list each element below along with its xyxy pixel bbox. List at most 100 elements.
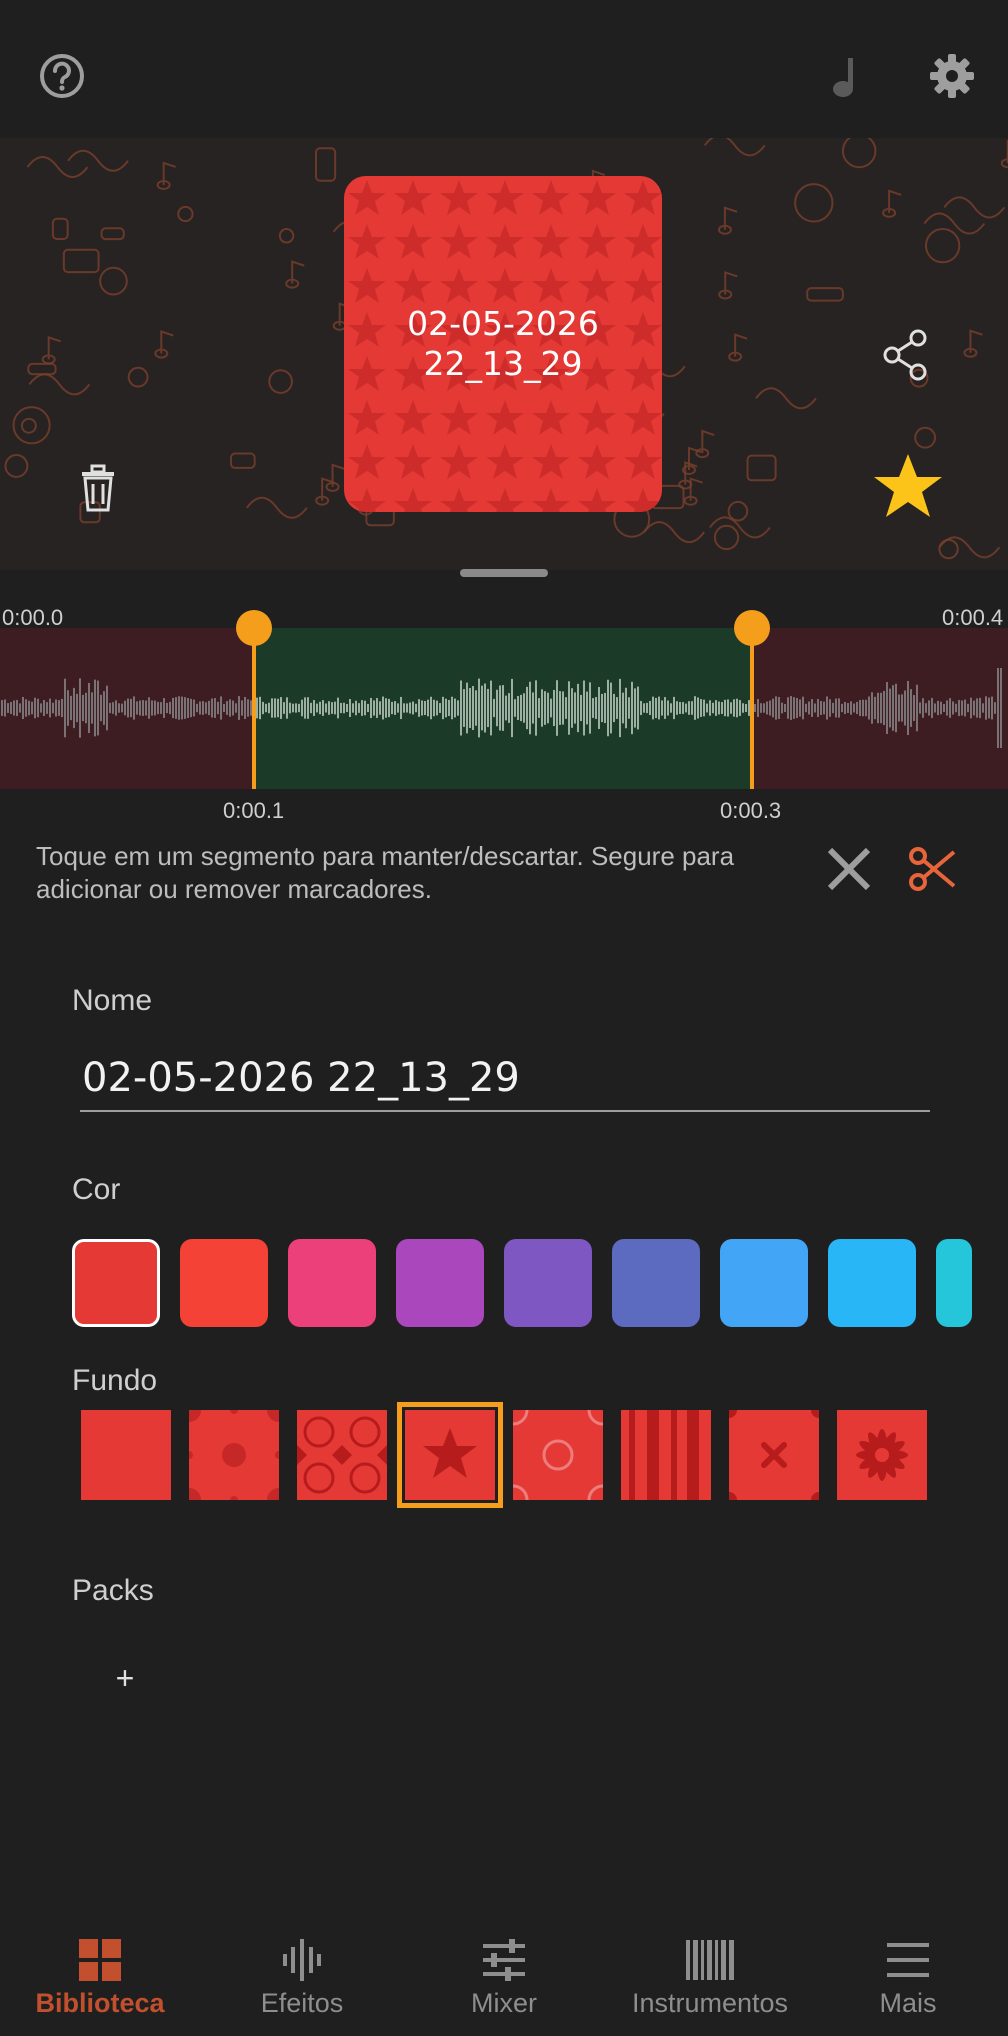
trash-icon[interactable]	[76, 462, 120, 519]
color-label: Cor	[72, 1173, 121, 1206]
doodle	[325, 463, 345, 492]
waveform-icon	[202, 1932, 402, 1988]
doodle	[882, 189, 902, 218]
packs-label: Packs	[72, 1574, 154, 1607]
nav-biblioteca[interactable]: Biblioteca	[0, 1900, 200, 2036]
doodle	[246, 496, 308, 519]
nav-label-instrumentos: Instrumentos	[631, 1988, 789, 2018]
color-swatch[interactable]	[504, 1239, 592, 1327]
marker-right-handle[interactable]	[734, 610, 770, 646]
nav-mais[interactable]: Mais	[808, 1900, 1008, 2036]
background-swatch-stars[interactable]	[397, 1402, 503, 1508]
doodle	[99, 266, 128, 296]
marker-left-handle[interactable]	[236, 610, 272, 646]
doodle	[746, 454, 777, 482]
color-swatch[interactable]	[936, 1239, 972, 1327]
background-swatch-solid[interactable]	[81, 1410, 171, 1500]
background-swatch-tiles[interactable]	[297, 1410, 387, 1500]
nav-mixer[interactable]: Mixer	[404, 1900, 604, 2036]
doodle	[943, 196, 1006, 219]
share-icon[interactable]	[880, 328, 930, 387]
nav-efeitos[interactable]: Efeitos	[202, 1900, 402, 2036]
doodle	[924, 227, 961, 264]
doodle	[806, 287, 844, 302]
doodle	[230, 452, 256, 469]
background-swatch-flower[interactable]	[837, 1410, 927, 1500]
doodle	[156, 161, 176, 190]
nav-instrumentos[interactable]: Instrumentos	[606, 1900, 814, 2036]
doodle	[914, 426, 937, 449]
grid-icon	[0, 1932, 200, 1988]
close-trim-icon[interactable]	[826, 846, 872, 897]
waveform-editor[interactable]	[0, 628, 1008, 789]
doodle	[51, 217, 69, 241]
doodle	[728, 333, 748, 362]
piano-icon	[606, 1932, 814, 1988]
doodle	[62, 248, 100, 274]
music-note-icon[interactable]	[820, 50, 872, 102]
doodle	[12, 406, 51, 445]
sound-card[interactable]: 02-05-2026 22_13_29	[344, 176, 662, 512]
settings-gear-icon[interactable]	[926, 50, 978, 102]
doodle	[703, 138, 766, 157]
doodle	[794, 183, 834, 223]
add-pack-button[interactable]: +	[110, 1660, 140, 1697]
nav-label-mais: Mais	[879, 1988, 937, 2018]
doodle	[717, 206, 738, 235]
color-swatch[interactable]	[288, 1239, 376, 1327]
doodle	[963, 329, 983, 358]
doodle	[285, 260, 305, 289]
doodle	[26, 155, 89, 178]
favorite-star-icon[interactable]	[872, 452, 944, 525]
name-input[interactable]	[80, 1046, 930, 1112]
nav-label-efeitos: Efeitos	[260, 1988, 344, 2018]
doodle	[41, 335, 62, 365]
doodle	[67, 149, 129, 172]
doodle	[923, 212, 986, 235]
menu-icon	[808, 1932, 1008, 1988]
doodle	[177, 205, 194, 223]
color-swatch[interactable]	[612, 1239, 700, 1327]
doodle	[154, 330, 174, 359]
doodle	[683, 477, 703, 506]
color-swatch[interactable]	[396, 1239, 484, 1327]
trim-hint-text: Toque em um segmento para manter/descart…	[36, 841, 735, 904]
doodle	[713, 524, 740, 551]
nav-label-biblioteca: Biblioteca	[35, 1988, 165, 2018]
sound-name-line1: 02-05-2026	[407, 304, 599, 343]
doodle	[727, 500, 749, 522]
drag-handle[interactable]	[460, 569, 548, 577]
color-swatch[interactable]	[828, 1239, 916, 1327]
sound-card-title: 02-05-2026 22_13_29	[407, 304, 599, 384]
help-icon[interactable]	[36, 50, 88, 102]
bottom-navigation: Biblioteca Efeitos Mixer Instrumentos Ma…	[0, 1900, 1008, 2036]
doodle	[268, 369, 293, 394]
doodle	[643, 521, 705, 544]
doodle	[28, 373, 91, 396]
doodle	[315, 147, 337, 182]
doodle	[695, 429, 715, 459]
marker-left-time: 0:00.1	[223, 798, 285, 823]
doodle	[278, 228, 295, 244]
marker-right-time: 0:00.3	[720, 798, 782, 823]
background-swatch-crosses[interactable]	[729, 1410, 819, 1500]
doodle	[841, 138, 877, 169]
background-swatch-circles[interactable]	[513, 1410, 603, 1500]
color-swatch[interactable]	[180, 1239, 268, 1327]
scissors-icon[interactable]	[908, 846, 956, 897]
sound-name-line2: 22_13_29	[423, 344, 583, 383]
color-swatch[interactable]	[720, 1239, 808, 1327]
color-swatch[interactable]	[72, 1239, 160, 1327]
doodle	[1000, 139, 1008, 169]
sliders-icon	[404, 1932, 604, 1988]
background-swatch-stripes[interactable]	[621, 1410, 711, 1500]
doodle	[127, 366, 149, 388]
doodle	[4, 454, 29, 478]
doodle	[20, 417, 37, 434]
name-label: Nome	[72, 984, 153, 1017]
doodle	[27, 362, 57, 376]
doodle	[718, 271, 738, 300]
background-label: Fundo	[72, 1364, 158, 1397]
background-swatch-dots[interactable]	[189, 1410, 279, 1500]
doodle	[100, 227, 125, 241]
